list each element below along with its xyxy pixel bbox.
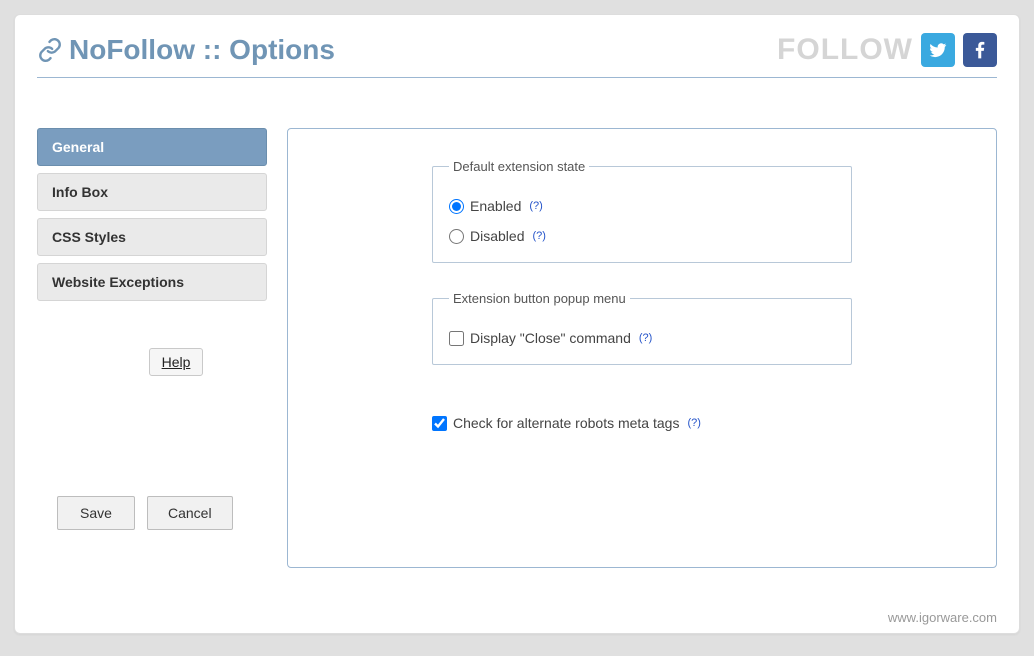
- help-icon[interactable]: (?): [687, 417, 700, 429]
- radio-enabled-label: Enabled: [470, 198, 521, 214]
- checkbox-display-close[interactable]: [449, 331, 464, 346]
- action-buttons: Save Cancel: [37, 496, 267, 530]
- title-text: NoFollow :: Options: [69, 34, 335, 66]
- row-display-close: Display "Close" command (?): [449, 330, 835, 346]
- default-state-legend: Default extension state: [449, 159, 589, 174]
- popup-menu-legend: Extension button popup menu: [449, 291, 630, 306]
- help-button[interactable]: Help: [149, 348, 204, 376]
- radio-row-disabled: Disabled (?): [449, 228, 835, 244]
- tab-website-exceptions[interactable]: Website Exceptions: [37, 263, 267, 301]
- options-panel: NoFollow :: Options FOLLOW General Info …: [14, 14, 1020, 634]
- row-alt-robots: Check for alternate robots meta tags (?): [432, 415, 852, 431]
- radio-disabled[interactable]: [449, 229, 464, 244]
- page-title: NoFollow :: Options: [37, 34, 335, 66]
- checkbox-alt-robots[interactable]: [432, 416, 447, 431]
- radio-disabled-label: Disabled: [470, 228, 524, 244]
- radio-row-enabled: Enabled (?): [449, 198, 835, 214]
- twitter-button[interactable]: [921, 33, 955, 67]
- sidebar: General Info Box CSS Styles Website Exce…: [37, 128, 267, 530]
- facebook-icon: [970, 40, 990, 60]
- form-area: Default extension state Enabled (?) Disa…: [432, 159, 852, 431]
- help-icon[interactable]: (?): [532, 230, 545, 242]
- help-icon[interactable]: (?): [639, 332, 652, 344]
- tab-info-box[interactable]: Info Box: [37, 173, 267, 211]
- twitter-icon: [928, 40, 948, 60]
- content-pane: Default extension state Enabled (?) Disa…: [287, 128, 997, 568]
- follow-area: FOLLOW: [777, 33, 997, 67]
- radio-enabled[interactable]: [449, 199, 464, 214]
- facebook-button[interactable]: [963, 33, 997, 67]
- cancel-button[interactable]: Cancel: [147, 496, 233, 530]
- save-button[interactable]: Save: [57, 496, 135, 530]
- alt-robots-label: Check for alternate robots meta tags: [453, 415, 679, 431]
- popup-menu-fieldset: Extension button popup menu Display "Clo…: [432, 291, 852, 365]
- body: General Info Box CSS Styles Website Exce…: [37, 128, 997, 568]
- help-icon[interactable]: (?): [529, 200, 542, 212]
- header: NoFollow :: Options FOLLOW: [37, 33, 997, 78]
- footer-url[interactable]: www.igorware.com: [888, 610, 997, 625]
- tab-css-styles[interactable]: CSS Styles: [37, 218, 267, 256]
- link-icon: [37, 37, 63, 63]
- default-state-fieldset: Default extension state Enabled (?) Disa…: [432, 159, 852, 263]
- tab-general[interactable]: General: [37, 128, 267, 166]
- display-close-label: Display "Close" command: [470, 330, 631, 346]
- follow-label: FOLLOW: [777, 33, 913, 67]
